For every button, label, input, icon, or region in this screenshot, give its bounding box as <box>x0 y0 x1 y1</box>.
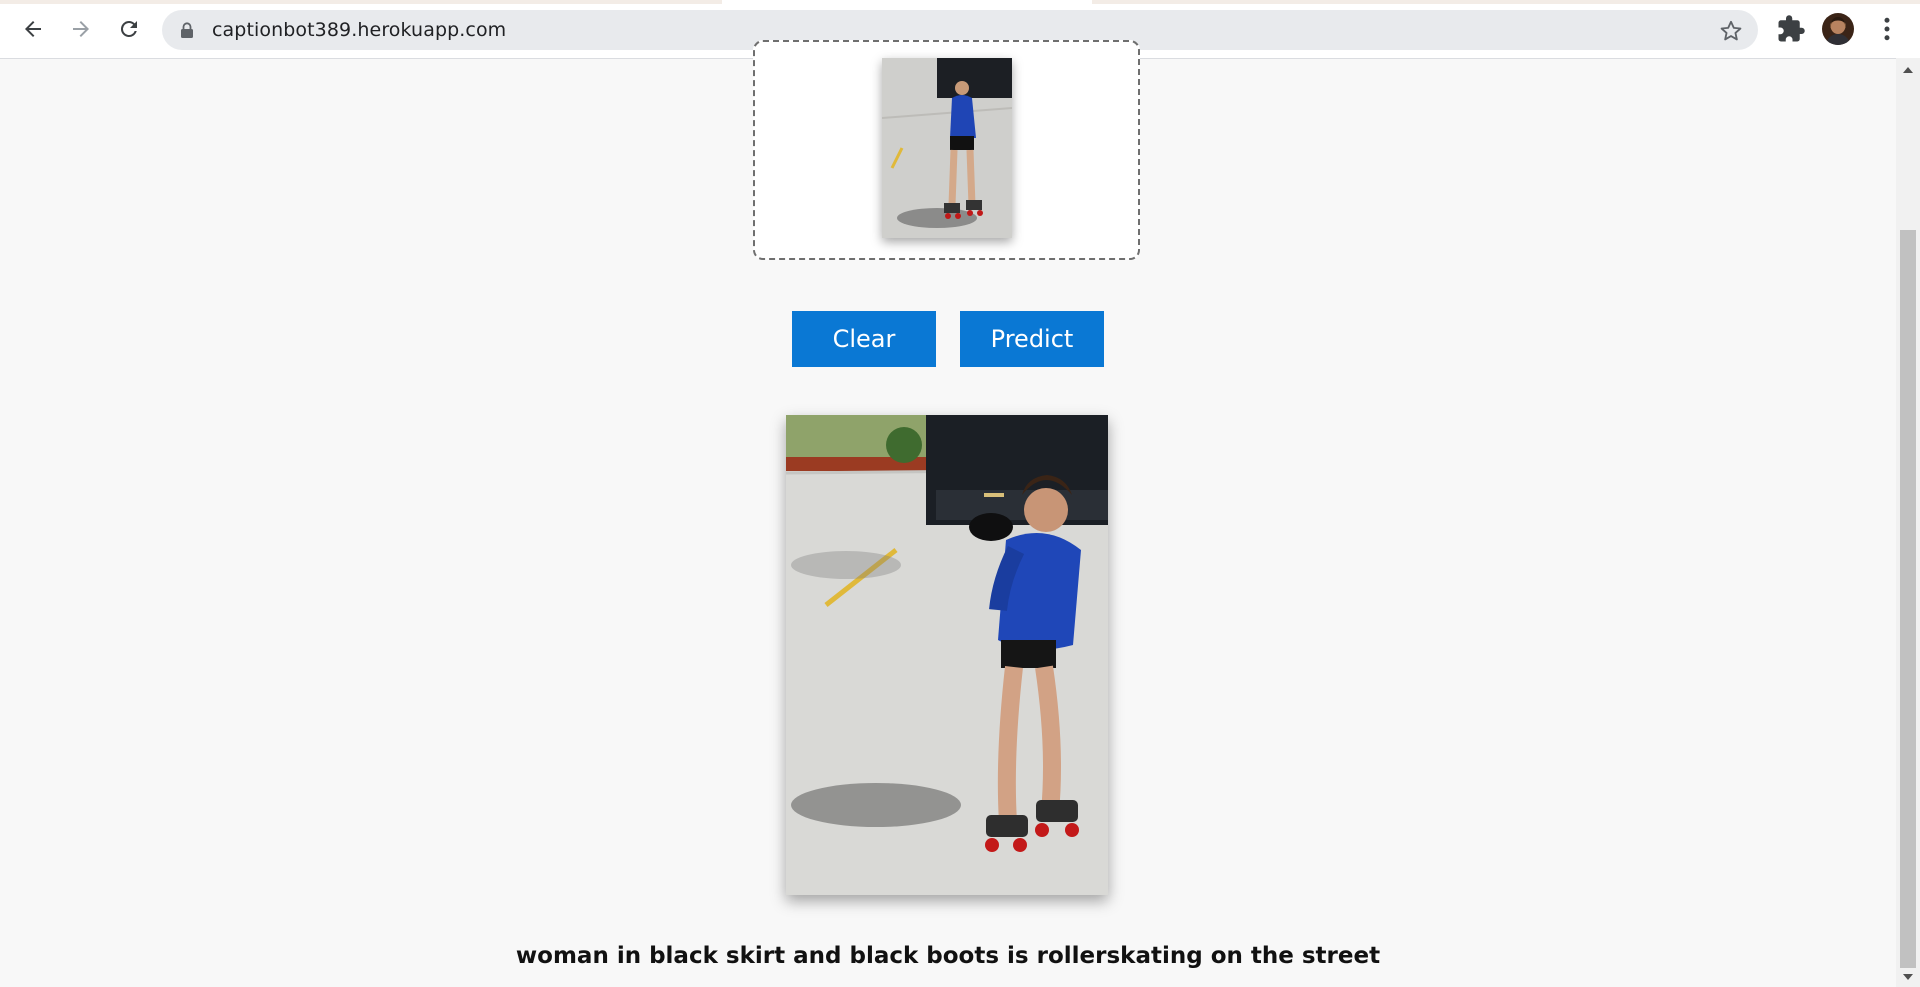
arrow-up-icon <box>1903 67 1913 73</box>
scroll-down-arrow[interactable] <box>1896 967 1920 987</box>
scrollbar-thumb[interactable] <box>1900 230 1916 968</box>
more-menu-icon <box>1884 17 1890 41</box>
tab-strip <box>0 0 1920 4</box>
url-text[interactable]: captionbot389.herokuapp.com <box>212 19 506 41</box>
arrow-down-icon <box>1903 974 1913 980</box>
prediction-caption: woman in black skirt and black boots is … <box>515 943 1381 969</box>
extensions-icon <box>1778 15 1805 42</box>
more-menu-button[interactable] <box>1872 14 1902 44</box>
back-button[interactable] <box>18 14 48 44</box>
reload-button[interactable] <box>114 14 144 44</box>
extensions-button[interactable] <box>1776 14 1806 44</box>
back-icon <box>25 21 41 37</box>
reload-icon <box>120 20 137 37</box>
predict-button[interactable]: Predict <box>960 311 1104 367</box>
forward-button[interactable] <box>66 14 96 44</box>
page-scrollbar[interactable] <box>1896 58 1920 987</box>
scroll-up-arrow[interactable] <box>1896 60 1920 80</box>
photo-thumbnail-art <box>882 58 1012 238</box>
avatar-face <box>1826 17 1850 45</box>
avatar[interactable] <box>1822 13 1854 45</box>
uploaded-photo-thumbnail <box>882 58 1012 238</box>
lock-icon[interactable] <box>180 22 194 38</box>
star-icon[interactable] <box>1718 18 1744 44</box>
uploaded-photo-large <box>786 415 1108 895</box>
clear-button[interactable]: Clear <box>792 311 936 367</box>
photo-large-art <box>786 415 1108 895</box>
forward-icon <box>73 21 89 37</box>
active-tab-edge <box>722 0 1092 4</box>
